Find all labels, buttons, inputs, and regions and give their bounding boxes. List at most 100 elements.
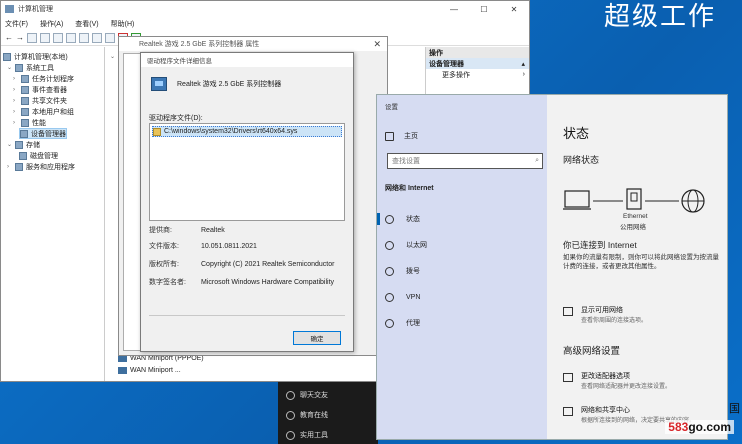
ethernet-label: Ethernet	[623, 213, 648, 220]
storage-icon	[15, 140, 23, 149]
provider-row: 提供商: Realtek	[149, 226, 225, 235]
page-title: 状态	[563, 126, 590, 141]
tree-item-storage[interactable]: ⌄ 存储	[7, 139, 40, 150]
copyright-row: 版权所有: Copyright (C) 2021 Realtek Semicond…	[149, 260, 335, 269]
taskbar-item-tools[interactable]: 实用工具	[286, 428, 328, 442]
actions-device-manager[interactable]: 设备管理器 ▴	[426, 58, 529, 69]
disable-icon[interactable]	[105, 32, 115, 43]
navigation-tree: 计算机管理(本地) ⌄ 系统工具 › 任务计划程序 › 事件查看器 › 共享文件夹 › 本…	[1, 47, 105, 381]
disk-icon	[19, 151, 27, 160]
properties-icon[interactable]	[40, 32, 50, 43]
collapse-icon: ▴	[521, 60, 525, 68]
event-icon	[21, 85, 29, 94]
help-icon[interactable]	[53, 32, 63, 43]
dialog-title: Realtek 游戏 2.5 GbE 系列控制器 属性	[119, 37, 387, 51]
close-icon[interactable]: ✕	[373, 39, 381, 50]
file-icon	[153, 127, 161, 136]
status-icon	[385, 214, 394, 224]
settings-content: 状态 网络状态 Ethernet 公用网络 你已连接到 Internet 如果你…	[563, 123, 725, 424]
settings-nav: 设置 主页 查找设置 ⌕ 网络和 Internet 状态 以太网 拨号 VPN …	[377, 95, 547, 439]
driver-files-label: 驱动程序文件(D):	[149, 115, 203, 122]
performance-icon	[21, 118, 29, 127]
network-status-heading: 网络状态	[563, 155, 600, 165]
tree-item-local-users[interactable]: › 本地用户和组	[13, 106, 74, 117]
users-icon	[21, 107, 29, 116]
chat-icon	[286, 390, 295, 400]
menu-bar: 文件(F) 操作(A) 查看(V) 帮助(H)	[1, 17, 529, 30]
home-link[interactable]: 主页	[385, 131, 418, 141]
tree-item-task-scheduler[interactable]: › 任务计划程序	[13, 73, 74, 84]
taskbar-item-chat[interactable]: 聊天交友	[286, 388, 328, 402]
tools-icon	[15, 63, 23, 72]
tree-item-services[interactable]: › 服务和应用程序	[7, 161, 75, 172]
section-title: 网络和 Internet	[385, 185, 434, 192]
nav-ethernet[interactable]: 以太网	[385, 238, 427, 252]
tree-item-performance[interactable]: › 性能	[13, 117, 46, 128]
globe-icon	[681, 189, 705, 213]
tree-item-disk-management[interactable]: 磁盘管理	[19, 150, 58, 161]
network-card-icon	[151, 77, 167, 91]
menu-view[interactable]: 查看(V)	[75, 19, 98, 29]
ok-button[interactable]: 确定	[293, 331, 341, 345]
version-row: 文件版本: 10.051.0811.2021	[149, 242, 257, 251]
app-icon	[5, 5, 14, 13]
list-item[interactable]: C:\windows\system32\Drivers\rt640x64.sys	[152, 126, 342, 137]
close-button[interactable]: ✕	[499, 1, 529, 17]
taskbar-item-education[interactable]: 教育在线	[286, 408, 328, 422]
adapter-options-link[interactable]: 更改适配器选项 查看网络适配器并更改连接设置。	[563, 371, 671, 390]
menu-file[interactable]: 文件(F)	[5, 19, 28, 29]
divider	[149, 315, 345, 316]
nav-dialup[interactable]: 拨号	[385, 264, 420, 278]
tree-item-device-manager[interactable]: 设备管理器	[19, 128, 67, 139]
tree-item-root[interactable]: 计算机管理(本地)	[3, 51, 68, 62]
ethernet-icon	[385, 240, 394, 250]
dialup-icon	[385, 266, 394, 276]
chevron-right-icon: ›	[522, 71, 525, 78]
public-network-label: 公用网络	[620, 224, 646, 231]
menu-action[interactable]: 操作(A)	[40, 19, 63, 29]
tree-item-system-tools[interactable]: ⌄ 系统工具	[7, 62, 54, 73]
actions-header: 操作	[426, 47, 529, 58]
wifi-list-icon	[563, 307, 573, 316]
show-networks-link[interactable]: 显示可用网络 查看你周围的连接选项。	[563, 305, 647, 324]
window-title: 计算机管理	[18, 6, 53, 13]
desktop-banner: 超级工作	[604, 2, 717, 32]
more-actions[interactable]: 更多操作 ›	[426, 69, 529, 80]
nav-proxy[interactable]: 代理	[385, 316, 420, 330]
site-watermark: 583go.com	[665, 420, 734, 434]
proxy-icon	[385, 318, 394, 328]
driver-file-list[interactable]: C:\windows\system32\Drivers\rt640x64.sys	[149, 123, 345, 221]
people-icon	[286, 410, 295, 420]
pc-icon	[563, 190, 591, 210]
forward-icon[interactable]: →	[16, 33, 24, 42]
sharing-center-icon	[563, 407, 573, 416]
tree-item-event-viewer[interactable]: › 事件查看器	[13, 84, 67, 95]
window-title: 设置	[385, 104, 398, 111]
nav-status[interactable]: 状态	[385, 212, 420, 226]
menu-help[interactable]: 帮助(H)	[111, 19, 135, 29]
folder-icon[interactable]	[27, 32, 37, 43]
active-indicator	[377, 213, 380, 225]
nav-vpn[interactable]: VPN	[385, 290, 420, 304]
back-icon[interactable]: ←	[5, 33, 13, 42]
update-icon[interactable]	[92, 32, 102, 43]
panel-icon[interactable]	[66, 32, 76, 43]
tree-item-shared-folders[interactable]: › 共享文件夹	[13, 95, 67, 106]
advanced-heading: 高级网络设置	[563, 346, 621, 357]
device-item[interactable]: WAN Miniport ...	[118, 365, 181, 375]
search-icon: ⌕	[535, 157, 539, 164]
ethernet-port-icon	[626, 188, 642, 210]
computer-icon	[3, 52, 11, 61]
signer-row: 数字签名者: Microsoft Windows Hardware Compati…	[149, 278, 335, 287]
maximize-button[interactable]: ☐	[469, 1, 499, 17]
network-adapter-icon	[118, 366, 127, 374]
watermark-tag: 国	[729, 403, 740, 415]
driver-file-details-dialog: 驱动程序文件详细信息 Realtek 游戏 2.5 GbE 系列控制器 驱动程序…	[140, 52, 354, 352]
minimize-button[interactable]: —	[439, 1, 469, 17]
device-header: Realtek 游戏 2.5 GbE 系列控制器	[151, 77, 281, 91]
folder-icon	[21, 96, 29, 105]
clock-icon	[21, 74, 29, 83]
monitor-icon[interactable]	[79, 32, 89, 43]
adapter-icon	[563, 373, 573, 382]
search-input[interactable]: 查找设置 ⌕	[387, 153, 543, 169]
